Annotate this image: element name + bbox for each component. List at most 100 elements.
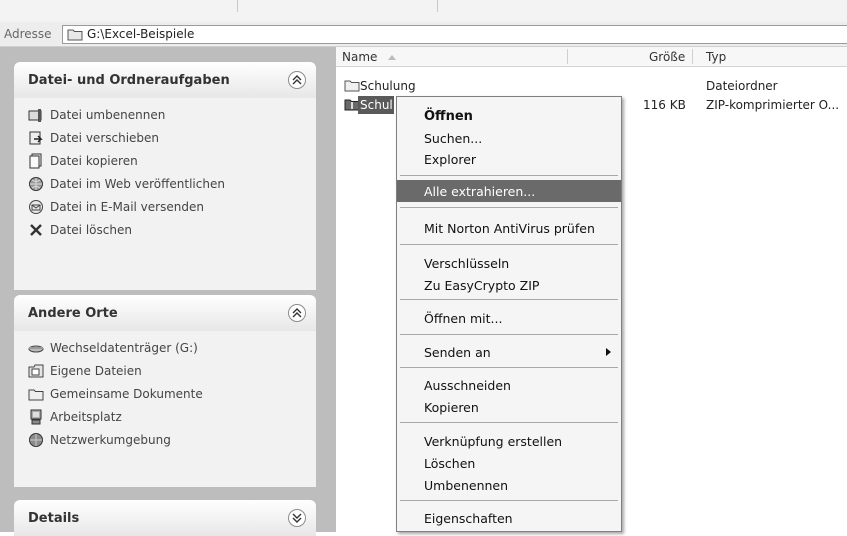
menu-item-label: Zu EasyCrypto ZIP [424, 278, 540, 293]
column-header: Name Größe Typ [336, 47, 847, 67]
menu-separator [400, 244, 618, 245]
menu-item-create-shortcut[interactable]: Verknüpfung erstellen [397, 430, 621, 452]
task-label: Datei löschen [50, 223, 132, 237]
chevron-down-icon [292, 513, 302, 523]
menu-item-label: Suchen... [424, 131, 483, 146]
menu-item-label: Löschen [424, 456, 476, 471]
task-move-file[interactable]: Datei verschieben [14, 127, 316, 150]
task-delete-file[interactable]: Datei löschen [14, 219, 316, 242]
column-size[interactable]: Größe [649, 50, 685, 64]
details-panel: Details [14, 500, 316, 536]
menu-separator [400, 422, 618, 423]
move-icon [28, 130, 44, 146]
menu-item-open-with[interactable]: Öffnen mit... [397, 307, 621, 329]
menu-separator [400, 367, 618, 368]
menu-item-label: Alle extrahieren... [424, 184, 536, 199]
menu-separator [400, 175, 618, 176]
task-label: Datei in E-Mail versenden [50, 200, 204, 214]
my-computer-icon [28, 409, 44, 425]
menu-item-search[interactable]: Suchen... [397, 127, 621, 149]
submenu-arrow-icon [606, 348, 611, 356]
column-divider[interactable] [692, 49, 693, 64]
menu-item-easycrypto[interactable]: Zu EasyCrypto ZIP [397, 274, 621, 296]
details-header[interactable]: Details [14, 500, 316, 536]
menu-item-label: Öffnen mit... [424, 311, 503, 326]
menu-item-rename[interactable]: Umbenennen [397, 474, 621, 496]
menu-item-label: Öffnen [424, 109, 473, 124]
task-publish-web[interactable]: Datei im Web veröffentlichen [14, 173, 316, 196]
toolbar-separator [437, 0, 438, 12]
sort-ascending-icon [388, 55, 397, 60]
menu-item-label: Mit Norton AntiVirus prüfen [424, 221, 595, 236]
menu-item-send-to[interactable]: Senden an [397, 341, 621, 363]
task-rename-file[interactable]: Datei umbenennen [14, 104, 316, 127]
menu-item-cut[interactable]: Ausschneiden [397, 374, 621, 396]
panel-title: Details [28, 511, 80, 526]
folder-icon [67, 28, 83, 44]
file-size: 116 KB [643, 98, 686, 112]
file-tasks-body: Datei umbenennen Datei verschieben Datei… [14, 98, 316, 290]
web-publish-icon [28, 176, 44, 192]
menu-separator [400, 500, 618, 501]
task-label: Datei kopieren [50, 154, 138, 168]
place-label: Wechseldatenträger (G:) [50, 341, 198, 355]
file-row[interactable]: Schulung Dateiordner [336, 77, 847, 95]
menu-item-label: Kopieren [424, 400, 479, 415]
menu-separator [400, 334, 618, 335]
rename-icon [28, 107, 44, 123]
place-shared-documents[interactable]: Gemeinsame Dokumente [14, 383, 316, 406]
menu-item-explorer[interactable]: Explorer [397, 148, 621, 170]
column-divider[interactable] [567, 49, 568, 64]
place-label: Gemeinsame Dokumente [50, 387, 203, 401]
delete-icon [28, 222, 44, 238]
task-label: Datei im Web veröffentlichen [50, 177, 225, 191]
email-icon [28, 199, 44, 215]
task-pane: Datei- und Ordneraufgaben Datei umbenenn… [0, 47, 336, 536]
collapse-button[interactable] [288, 71, 306, 89]
toolbar-separator [237, 0, 238, 12]
task-send-email[interactable]: Datei in E-Mail versenden [14, 196, 316, 219]
place-my-computer[interactable]: Arbeitsplatz [14, 406, 316, 429]
menu-item-copy[interactable]: Kopieren [397, 396, 621, 418]
expand-button[interactable] [288, 509, 306, 527]
place-label: Arbeitsplatz [50, 410, 122, 424]
place-removable-drive[interactable]: Wechseldatenträger (G:) [14, 337, 316, 360]
other-places-body: Wechseldatenträger (G:) Eigene Dateien G… [14, 331, 316, 487]
task-copy-file[interactable]: Datei kopieren [14, 150, 316, 173]
network-icon [28, 432, 44, 448]
chevron-up-icon [292, 308, 302, 318]
address-input[interactable]: G:\Excel-Beispiele [62, 25, 847, 44]
place-label: Eigene Dateien [50, 364, 142, 378]
menu-item-delete[interactable]: Löschen [397, 452, 621, 474]
file-tasks-header[interactable]: Datei- und Ordneraufgaben [14, 62, 316, 98]
file-tasks-panel: Datei- und Ordneraufgaben Datei umbenenn… [14, 62, 316, 290]
collapse-button[interactable] [288, 304, 306, 322]
place-label: Netzwerkumgebung [50, 433, 171, 447]
task-label: Datei verschieben [50, 131, 160, 145]
toolbar-strip [0, 0, 847, 23]
menu-item-encrypt[interactable]: Verschlüsseln [397, 252, 621, 274]
column-name[interactable]: Name [342, 50, 397, 64]
other-places-header[interactable]: Andere Orte [14, 295, 316, 331]
menu-item-properties[interactable]: Eigenschaften [397, 507, 621, 529]
menu-item-label: Ausschneiden [424, 378, 511, 393]
task-label: Datei umbenennen [50, 108, 166, 122]
menu-item-open[interactable]: Öffnen [397, 105, 621, 127]
file-name: Schul [360, 98, 393, 112]
place-network[interactable]: Netzwerkumgebung [14, 429, 316, 452]
menu-item-norton-scan[interactable]: Mit Norton AntiVirus prüfen [397, 217, 621, 239]
menu-item-label: Eigenschaften [424, 511, 513, 526]
chevron-up-icon [292, 75, 302, 85]
column-type[interactable]: Typ [706, 50, 726, 64]
removable-drive-icon [28, 340, 44, 356]
menu-item-label: Senden an [424, 345, 491, 360]
column-name-label: Name [342, 50, 378, 64]
context-menu: Öffnen Suchen... Explorer Alle extrahier… [396, 96, 622, 532]
menu-item-extract-all[interactable]: Alle extrahieren... [397, 180, 621, 202]
copy-icon [28, 153, 44, 169]
file-type: ZIP-komprimierter O... [706, 98, 840, 112]
file-name: Schulung [360, 79, 416, 93]
place-my-documents[interactable]: Eigene Dateien [14, 360, 316, 383]
menu-item-label: Verschlüsseln [424, 256, 510, 271]
address-label: Adresse [4, 27, 52, 41]
